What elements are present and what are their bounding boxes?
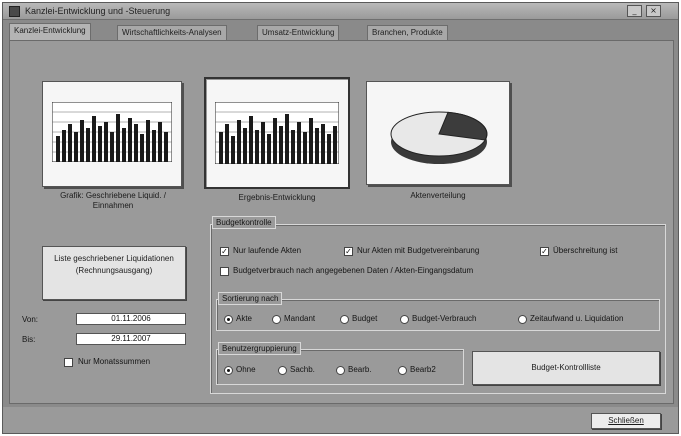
window-title: Kanzlei-Entwicklung und -Steuerung bbox=[25, 6, 171, 16]
only-running-files-label: Nur laufende Akten bbox=[233, 246, 302, 255]
from-date-input[interactable]: 01.11.2006 bbox=[76, 313, 186, 325]
grouping-bearb-label: Bearb. bbox=[348, 365, 372, 374]
tab-kanzlei-entwicklung[interactable]: Kanzlei-Entwicklung bbox=[9, 23, 91, 40]
grouping-bearb-radio[interactable] bbox=[336, 366, 345, 375]
monthly-sums-checkbox[interactable] bbox=[64, 358, 73, 367]
sort-akte-label: Akte bbox=[236, 314, 253, 323]
grouping-bearb2-radio[interactable] bbox=[398, 366, 407, 375]
tab-branchen-produkte[interactable]: Branchen, Produkte bbox=[367, 25, 448, 40]
sort-budget-verbrauch-radio[interactable] bbox=[400, 315, 409, 324]
tab-umsatz-entwicklung[interactable]: Umsatz-Entwicklung bbox=[257, 25, 340, 40]
chart-liquidations-caption: Grafik: Geschriebene Liquid. / Einnahmen bbox=[60, 191, 166, 210]
sort-zeitaufwand-label: Zeitaufwand u. Liquidation bbox=[530, 314, 624, 323]
to-date-label: Bis: bbox=[22, 335, 36, 344]
grouping-sachb-radio[interactable] bbox=[278, 366, 287, 375]
footer-bar: Schließen bbox=[3, 407, 678, 433]
sort-mandant-label: Mandant bbox=[284, 314, 316, 323]
budget-consumption-label: Budgetverbrauch nach angegebenen Daten /… bbox=[233, 266, 474, 275]
chart-aktenverteilung-caption: Aktenverteilung bbox=[410, 191, 466, 200]
only-budget-agreement-checkbox[interactable]: ✓ bbox=[344, 247, 353, 256]
chart-ergebnis-button[interactable] bbox=[204, 77, 350, 189]
bar-chart-icon bbox=[52, 102, 172, 162]
sort-group-title: Sortierung nach bbox=[218, 292, 283, 305]
app-icon bbox=[9, 6, 20, 17]
grouping-bearb2-label: Bearb2 bbox=[410, 365, 436, 374]
only-budget-agreement-label: Nur Akten mit Budgetvereinbarung bbox=[357, 246, 480, 255]
liquidation-list-button[interactable]: Liste geschriebener Liquidationen (Rechn… bbox=[42, 246, 186, 300]
sort-akte-radio[interactable] bbox=[224, 315, 233, 324]
close-button[interactable]: Schließen bbox=[591, 413, 661, 429]
bar-chart-icon bbox=[215, 102, 339, 164]
to-date-input[interactable]: 29.11.2007 bbox=[76, 333, 186, 345]
chart-aktenverteilung-button[interactable] bbox=[366, 81, 510, 185]
close-window-button[interactable]: × bbox=[646, 5, 661, 17]
overrun-label: Überschreitung ist bbox=[553, 246, 618, 255]
chart-ergebnis-caption: Ergebnis-Entwicklung bbox=[238, 193, 316, 202]
sort-zeitaufwand-radio[interactable] bbox=[518, 315, 527, 324]
grouping-sachb-label: Sachb. bbox=[290, 365, 315, 374]
pie-chart-icon bbox=[390, 111, 488, 164]
budget-consumption-checkbox[interactable] bbox=[220, 267, 229, 276]
budget-control-title: Budgetkontrolle bbox=[212, 216, 276, 229]
sort-budget-verbrauch-label: Budget-Verbrauch bbox=[412, 314, 477, 323]
user-grouping-title: Benutzergruppierung bbox=[218, 342, 301, 355]
sort-mandant-radio[interactable] bbox=[272, 315, 281, 324]
sort-budget-label: Budget bbox=[352, 314, 378, 323]
sort-budget-radio[interactable] bbox=[340, 315, 349, 324]
minimize-button[interactable]: _ bbox=[627, 5, 642, 17]
grouping-ohne-label: Ohne bbox=[236, 365, 256, 374]
grouping-ohne-radio[interactable] bbox=[224, 366, 233, 375]
monthly-sums-label: Nur Monatssummen bbox=[78, 357, 151, 366]
budget-control-list-button[interactable]: Budget-Kontrollliste bbox=[472, 351, 660, 385]
only-running-files-checkbox[interactable]: ✓ bbox=[220, 247, 229, 256]
title-bar: Kanzlei-Entwicklung und -Steuerung _ × bbox=[3, 3, 678, 20]
chart-liquidations-button[interactable] bbox=[42, 81, 182, 187]
tab-wirtschaftlichkeits-analysen[interactable]: Wirtschaftlichkeits-Analysen bbox=[117, 25, 227, 40]
from-date-label: Von: bbox=[22, 315, 39, 324]
tab-content-panel: Grafik: Geschriebene Liquid. / Einnahmen… bbox=[9, 40, 674, 404]
overrun-checkbox[interactable]: ✓ bbox=[540, 247, 549, 256]
main-window: Kanzlei-Entwicklung und -Steuerung _ × K… bbox=[2, 2, 679, 434]
